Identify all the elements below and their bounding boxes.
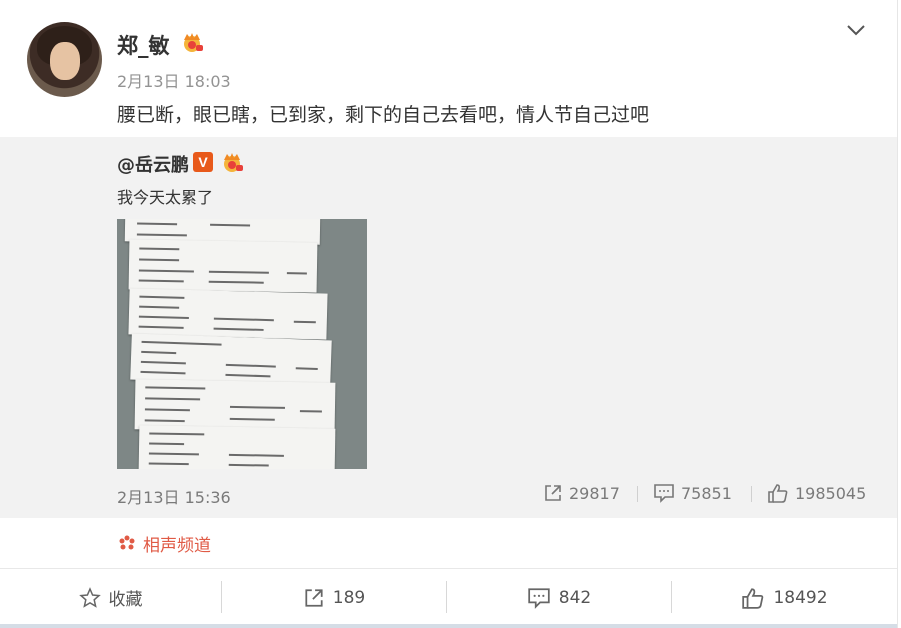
repost-like-count[interactable]: 1985045 xyxy=(767,482,866,504)
comment-count-label: 75851 xyxy=(681,483,732,503)
ticket-stub xyxy=(138,425,336,469)
repost-button[interactable]: 189 xyxy=(222,569,446,626)
movie-tickets-photo[interactable] xyxy=(117,219,367,469)
comment-icon xyxy=(654,484,674,503)
crown-icon xyxy=(224,153,243,172)
ticket-stub xyxy=(128,288,328,340)
repost-text: 我今天太累了 xyxy=(117,188,214,207)
weibo-post-card: 郑_敏 2月13日 18:03 腰已断，眼已瞎，已到家，剩下的自己去看吧，情人节… xyxy=(0,0,898,628)
favorite-label: 收藏 xyxy=(108,590,143,610)
repost-timestamp[interactable]: 2月13日 15:36 xyxy=(117,484,231,508)
action-bar: 收藏 189 842 18492 xyxy=(0,569,897,628)
flower-icon xyxy=(119,535,135,549)
post-timestamp[interactable]: 2月13日 18:03 xyxy=(117,68,231,92)
repost-comment-count[interactable]: 75851 xyxy=(653,482,732,504)
like-count-label: 18492 xyxy=(773,587,828,608)
thumbs-up-icon xyxy=(742,587,764,609)
reposted-weibo: @岳云鹏 V 我今天太累了 2月13日 15:36 29817 75851 19… xyxy=(0,137,897,518)
crown-icon xyxy=(184,33,203,52)
comment-icon xyxy=(528,587,550,609)
repost-author-name[interactable]: @岳云鹏 xyxy=(117,151,189,177)
favorite-button[interactable]: 收藏 xyxy=(0,569,221,626)
ticket-stub xyxy=(128,239,318,293)
share-count-label: 29817 xyxy=(569,483,620,503)
repost-share-count[interactable]: 29817 xyxy=(543,482,620,504)
verified-badge-icon: V xyxy=(193,152,213,172)
share-icon xyxy=(545,485,561,501)
repost-count-label: 189 xyxy=(332,587,366,608)
channel-link[interactable]: 相声频道 xyxy=(117,531,211,556)
star-icon xyxy=(78,586,101,608)
comment-count-label: 842 xyxy=(558,587,592,608)
author-name[interactable]: 郑_敏 xyxy=(117,30,170,60)
ticket-stub xyxy=(130,333,332,387)
avatar-face xyxy=(50,42,80,80)
like-button[interactable]: 18492 xyxy=(672,569,897,626)
thumbs-up-icon xyxy=(768,484,788,503)
channel-label: 相声频道 xyxy=(143,536,211,556)
page-bottom-border xyxy=(0,624,897,628)
ticket-stub xyxy=(134,379,336,433)
like-count-label: 1985045 xyxy=(795,483,867,503)
author-avatar[interactable] xyxy=(27,22,102,97)
stat-separator xyxy=(637,486,638,502)
share-icon xyxy=(305,588,323,607)
stat-separator xyxy=(751,486,752,502)
chevron-down-icon[interactable] xyxy=(845,19,867,41)
post-text: 腰已断，眼已瞎，已到家，剩下的自己去看吧，情人节自己过吧 xyxy=(117,104,650,126)
comment-button[interactable]: 842 xyxy=(447,569,671,626)
